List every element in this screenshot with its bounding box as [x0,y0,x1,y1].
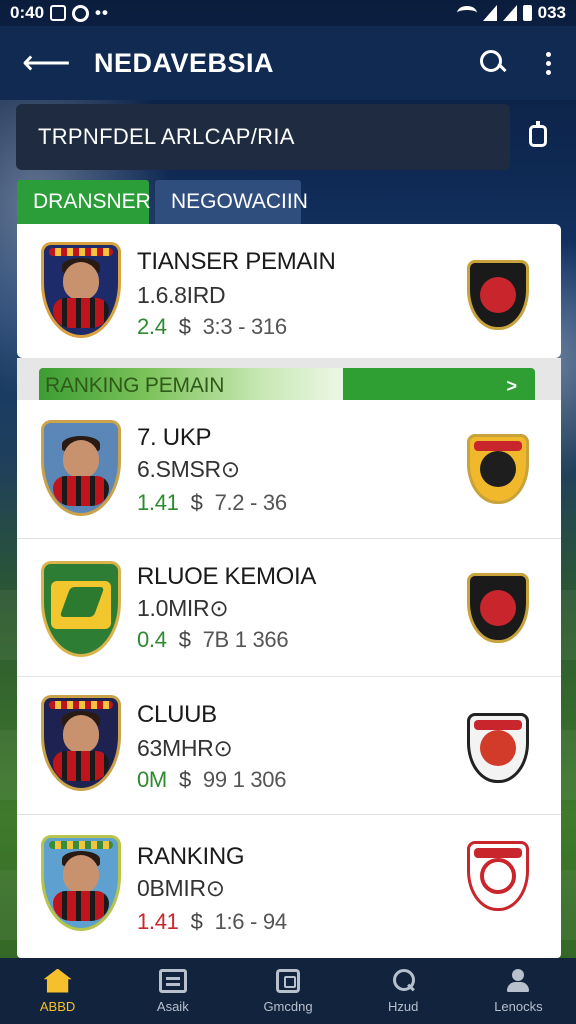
more-menu-icon[interactable] [542,51,554,75]
filter-button[interactable] [520,118,556,154]
club-logo-icon [467,260,529,330]
club-crest-icon [41,561,121,657]
status-bar: 0:40 •• 033 [0,0,576,26]
player-range: 7B 1 366 [202,627,289,652]
nav-calendar[interactable]: Gmcdng [230,958,345,1024]
more-notifications-icon: •• [95,3,109,22]
currency-symbol: $ [178,314,191,339]
currency-symbol: $ [178,767,191,792]
featured-change: 2.4 [137,314,167,339]
player-price: 1.41 $1:6 - 94 [137,909,287,935]
battery-level: 033 [537,3,566,22]
list-item[interactable]: 7. UKP 6.SMSR⊙ 1.41 $7.2 - 36 [17,400,561,538]
nav-news[interactable]: Asaik [115,958,230,1024]
search-icon[interactable] [478,48,508,78]
tab-bar: DRANSNER NEGOWACIIN [17,180,308,224]
home-icon [43,968,72,993]
player-range: 7.2 - 36 [214,490,288,515]
currency-symbol: $ [190,490,203,515]
ranking-banner[interactable]: RANKING PEMAIN > [17,358,561,404]
club-logo-icon [467,434,529,504]
calendar-icon [276,968,300,993]
player-avatar [41,695,121,791]
search-icon [389,968,417,993]
tab-negotiation[interactable]: NEGOWACIIN [155,180,308,224]
bottom-navigation: ABBD Asaik Gmcdng Hzud Lenocks [0,958,576,1024]
featured-transfer-card[interactable]: TIANSER PEMAIN 1.6.8IRD 2.4 $3:3 - 316 [17,224,561,358]
image-notification-icon [50,5,67,21]
featured-price: 2.4 $3:3 - 316 [137,314,287,340]
player-change: 1.41 [137,909,179,934]
featured-row[interactable]: TIANSER PEMAIN 1.6.8IRD 2.4 $3:3 - 316 [17,224,561,358]
nav-home-label: ABBD [39,998,76,1014]
club-logo-icon [467,713,529,783]
club-logo-icon [467,573,529,643]
app-bar: ⟵ NEDAVEBSIA [0,26,576,100]
wifi-icon [456,6,477,20]
player-name: RLUOE KEMOIA [137,563,317,590]
page-title: NEDAVEBSIA [94,47,275,78]
signal-icon [482,5,497,21]
nav-home[interactable]: ABBD [0,958,115,1024]
back-arrow-icon[interactable]: ⟵ [22,46,72,80]
featured-title: TIANSER PEMAIN [137,248,336,275]
filter-icon [529,121,547,147]
player-price: 0M $99 1 306 [137,767,286,793]
nav-news-label: Asaik [156,998,189,1014]
player-value: 63MHR⊙ [137,735,233,761]
nav-search-label: Hzud [388,998,419,1014]
player-value: 1.0MIR⊙ [137,595,229,621]
player-change: 1.41 [137,490,179,515]
player-list: 7. UKP 6.SMSR⊙ 1.41 $7.2 - 36 RLUOE KEMOI… [17,400,561,958]
currency-symbol: $ [178,627,191,652]
list-item[interactable]: RANKING 0BMIR⊙ 1.41 $1:6 - 94 [17,814,561,952]
currency-symbol: $ [190,909,203,934]
nav-profile[interactable]: Lenocks [461,958,576,1024]
player-price: 0.4 $7B 1 366 [137,627,289,653]
search-input[interactable]: TRPNFDEL ARLCAP/RIA [16,104,510,170]
player-name: CLUUB [137,701,217,728]
news-icon [158,968,187,993]
user-icon [504,968,532,993]
player-avatar [41,242,121,338]
list-item[interactable]: CLUUB 63MHR⊙ 0M $99 1 306 [17,676,561,814]
club-logo-icon [467,841,529,911]
player-price: 1.41 $7.2 - 36 [137,490,287,516]
player-range: 99 1 306 [202,767,287,792]
status-time: 0:40 [10,3,45,22]
player-value: 6.SMSR⊙ [137,456,240,482]
battery-icon [522,5,532,21]
player-avatar [41,420,121,516]
list-item[interactable]: RLUOE KEMOIA 1.0MIR⊙ 0.4 $7B 1 366 [17,538,561,676]
nav-search[interactable]: Hzud [346,958,461,1024]
player-change: 0.4 [137,627,167,652]
tab-transfer[interactable]: DRANSNER [17,180,151,224]
featured-value: 1.6.8IRD [137,282,226,308]
nav-calendar-label: Gmcdng [263,998,313,1014]
search-input-text: TRPNFDEL ARLCAP/RIA [38,124,295,149]
featured-range: 3:3 - 316 [202,314,287,339]
sync-notification-icon [72,4,90,22]
signal-icon-2 [502,5,517,21]
nav-profile-label: Lenocks [494,998,543,1014]
ranking-more-button[interactable]: > [343,368,535,404]
player-avatar [41,835,121,931]
player-name: RANKING [137,843,245,870]
player-name: 7. UKP [137,424,212,451]
player-value: 0BMIR⊙ [137,875,225,901]
player-change: 0M [137,767,167,792]
player-range: 1:6 - 94 [214,909,288,934]
